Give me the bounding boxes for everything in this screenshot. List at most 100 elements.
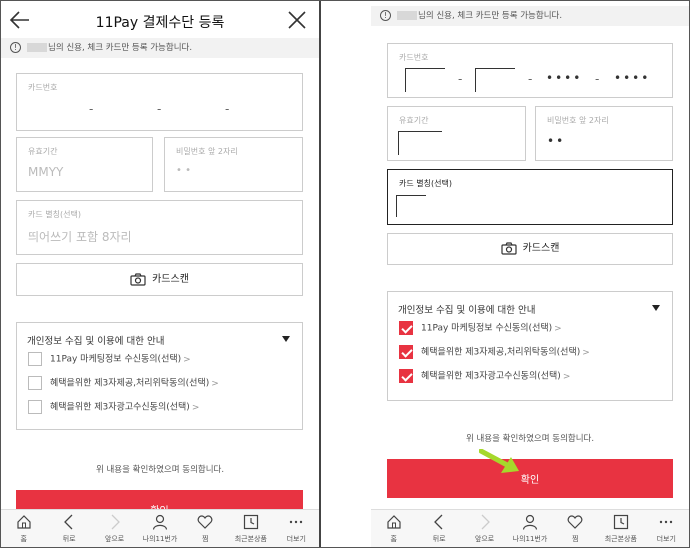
tab-recent[interactable]: 최근본상품 xyxy=(228,510,273,547)
card-number-field[interactable]: 카드번호 - - •••• - •••• xyxy=(387,43,673,98)
consent-item-third-party[interactable]: 혜택을위한 제3자제공,처리위탁동의(선택) > xyxy=(399,345,590,359)
back-chevron-icon xyxy=(434,514,443,530)
checkbox-checked[interactable] xyxy=(399,321,413,335)
checkbox-checked[interactable] xyxy=(399,345,413,359)
expiry-placeholder: MMYY xyxy=(28,165,64,179)
tab-label: 나의11번가 xyxy=(142,535,178,543)
consent-item-marketing[interactable]: 11Pay 마케팅정보 수신동의(선택) > xyxy=(399,321,562,335)
tab-my-account[interactable]: 나의11번가 xyxy=(137,510,182,547)
tab-forward[interactable]: 앞으로 xyxy=(462,510,507,547)
pin-value: •• xyxy=(547,134,566,148)
tab-wishlist[interactable]: 찜 xyxy=(183,510,228,547)
panel-divider xyxy=(319,1,371,547)
expiry-field[interactable]: 유효기간 MMYY xyxy=(16,137,153,192)
tab-label: 앞으로 xyxy=(104,535,125,543)
card-number-segment-2[interactable] xyxy=(475,68,515,92)
home-icon xyxy=(17,515,31,529)
checkbox[interactable] xyxy=(28,400,42,414)
checkbox[interactable] xyxy=(28,352,42,366)
card-alias-label: 카드 별칭(선택) xyxy=(28,210,81,219)
card-alias-field[interactable]: 카드 별칭(선택) 띄어쓰기 포함 8자리 xyxy=(16,200,303,255)
app-header: 11Pay 결제수단 등록 xyxy=(1,1,319,39)
tab-my-account[interactable]: 나의11번가 xyxy=(507,510,552,547)
camera-icon xyxy=(500,241,517,255)
tab-label: 나의11번가 xyxy=(512,535,548,543)
consent-item-label: 혜택을위한 제3자제공,처리위탁동의(선택) xyxy=(421,347,581,358)
consent-item-label: 혜택을위한 제3자제공,처리위탁동의(선택) xyxy=(50,378,210,389)
chevron-right-icon[interactable]: > xyxy=(192,403,200,413)
tab-label: 홈 xyxy=(390,535,397,543)
pin-placeholder: • • xyxy=(176,165,191,176)
card-number-sep-3: - xyxy=(595,72,600,86)
forward-chevron-icon xyxy=(481,514,490,530)
checkbox[interactable] xyxy=(28,376,42,390)
tab-label: 찜 xyxy=(202,535,209,543)
tab-label: 앞으로 xyxy=(474,535,495,543)
expiry-field[interactable]: 유효기간 xyxy=(387,106,526,161)
more-dots-icon xyxy=(660,520,673,524)
card-scan-button[interactable]: 카드스캔 xyxy=(16,263,303,296)
consent-item-ads[interactable]: 혜택을위한 제3자광고수신동의(선택) > xyxy=(28,400,199,414)
card-scan-button[interactable]: 카드스캔 xyxy=(387,233,673,265)
card-number-segment-3[interactable]: •••• xyxy=(546,71,582,85)
card-alias-placeholder: 띄어쓰기 포함 8자리 xyxy=(28,230,132,244)
chevron-right-icon[interactable]: > xyxy=(211,379,219,389)
agree-text: 위 내용을 확인하였으며 동의합니다. xyxy=(465,434,595,444)
confirm-button[interactable]: 확인 xyxy=(387,459,673,498)
card-alias-field[interactable]: 카드 별칭(선택) xyxy=(387,169,673,225)
heart-icon xyxy=(197,515,213,529)
card-number-segment-1[interactable] xyxy=(405,68,445,92)
chevron-right-icon[interactable]: > xyxy=(563,372,571,382)
left-screen: 11Pay 결제수단 등록 ! 님의 신용, 체크 카드만 등록 가능합니다. … xyxy=(1,1,319,547)
forward-chevron-icon xyxy=(111,514,120,530)
tab-wishlist[interactable]: 찜 xyxy=(553,510,598,547)
masked-username xyxy=(397,11,417,20)
consent-item-third-party[interactable]: 혜택을위한 제3자제공,처리위탁동의(선택) > xyxy=(28,376,219,390)
consent-item-label: 11Pay 마케팅정보 수신동의(선택) xyxy=(50,354,182,365)
tab-back[interactable]: 뒤로 xyxy=(46,510,91,547)
pin-label: 비밀번호 앞 2자리 xyxy=(176,147,238,156)
tab-label: 더보기 xyxy=(286,535,306,543)
pin-field[interactable]: 비밀번호 앞 2자리 •• xyxy=(535,106,673,161)
consent-title: 개인정보 수집 및 이용에 대한 안내 xyxy=(27,336,165,347)
tab-label: 더보기 xyxy=(656,535,676,543)
expiry-label: 유효기간 xyxy=(399,116,429,125)
consent-item-marketing[interactable]: 11Pay 마케팅정보 수신동의(선택) > xyxy=(28,352,191,366)
recent-clock-icon xyxy=(613,514,628,530)
bottom-tab-bar: 홈 뒤로 앞으로 나의11번가 찜 최근본상품 더보기 xyxy=(371,509,689,547)
close-icon[interactable] xyxy=(287,10,307,30)
tab-forward[interactable]: 앞으로 xyxy=(92,510,137,547)
tab-recent[interactable]: 최근본상품 xyxy=(598,510,643,547)
card-number-sep-2: - xyxy=(157,102,162,116)
tab-back[interactable]: 뒤로 xyxy=(416,510,461,547)
notice-text: 님의 신용, 체크 카드만 등록 가능합니다. xyxy=(48,43,193,53)
tab-more[interactable]: 더보기 xyxy=(274,510,319,547)
heart-icon xyxy=(567,515,583,529)
text-cursor-marker xyxy=(396,195,426,217)
consent-title: 개인정보 수집 및 이용에 대한 안내 xyxy=(398,305,536,316)
pin-field[interactable]: 비밀번호 앞 2자리 • • xyxy=(164,137,303,192)
tab-home[interactable]: 홈 xyxy=(371,510,416,547)
chevron-right-icon[interactable]: > xyxy=(183,355,191,365)
card-number-field[interactable]: 카드번호 - - - xyxy=(16,73,303,131)
my-account-icon xyxy=(152,514,168,530)
home-icon xyxy=(387,515,401,529)
consent-section: 개인정보 수집 및 이용에 대한 안내 11Pay 마케팅정보 수신동의(선택)… xyxy=(16,322,303,430)
consent-item-ads[interactable]: 혜택을위한 제3자광고수신동의(선택) > xyxy=(399,369,570,383)
card-number-sep-1: - xyxy=(458,72,463,86)
tab-label: 뒤로 xyxy=(62,535,76,543)
chevron-right-icon[interactable]: > xyxy=(554,324,562,334)
card-number-sep-3: - xyxy=(225,102,230,116)
checkbox-checked[interactable] xyxy=(399,369,413,383)
tab-label: 최근본상품 xyxy=(604,535,637,543)
tab-home[interactable]: 홈 xyxy=(1,510,46,547)
info-icon: ! xyxy=(10,42,21,53)
card-number-segment-4[interactable]: •••• xyxy=(614,71,650,85)
chevron-right-icon[interactable]: > xyxy=(582,348,590,358)
back-chevron-icon xyxy=(64,514,73,530)
expand-caret-icon[interactable] xyxy=(652,305,660,311)
expand-caret-icon[interactable] xyxy=(282,336,290,342)
tab-more[interactable]: 더보기 xyxy=(644,510,689,547)
right-screen: ! 님의 신용, 체크 카드만 등록 가능합니다. 카드번호 - - •••• … xyxy=(371,1,689,547)
agree-text: 위 내용을 확인하였으며 동의합니다. xyxy=(95,465,225,475)
